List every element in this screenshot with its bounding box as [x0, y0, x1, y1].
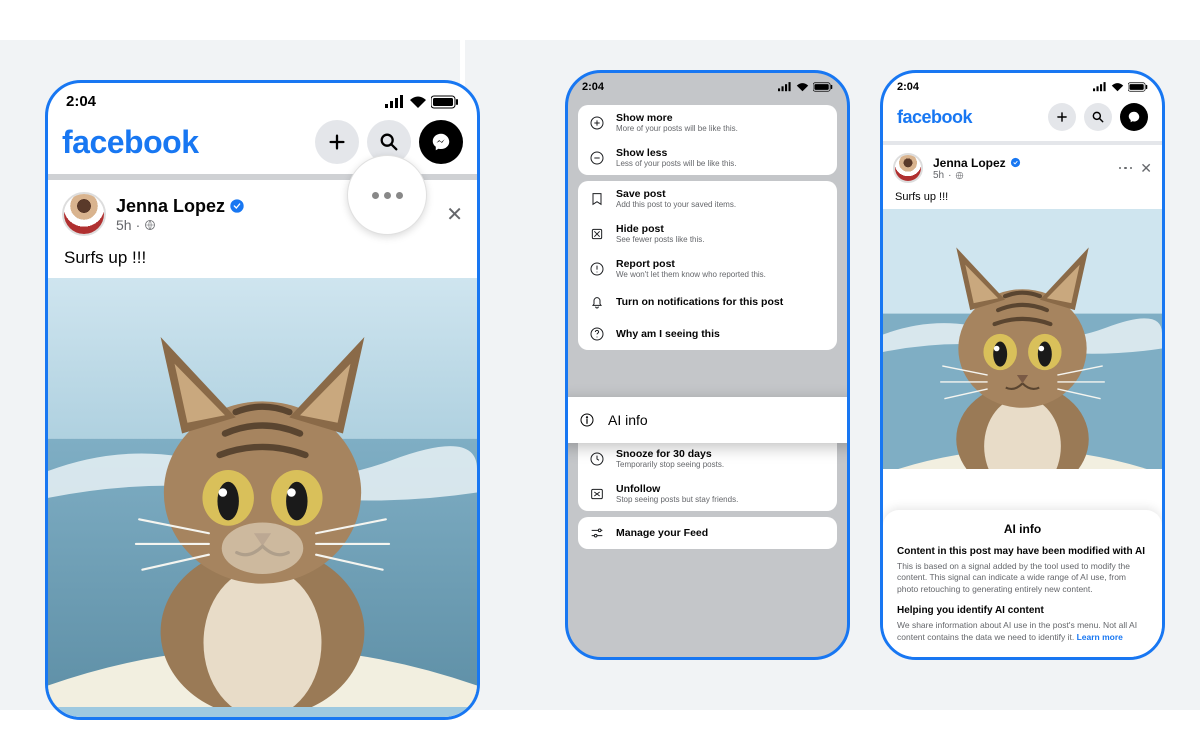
menu-hide-post[interactable]: Hide postSee fewer posts like this. [578, 216, 837, 251]
post-image[interactable] [883, 209, 1162, 469]
post-text: Surfs up !!! [883, 191, 1162, 209]
globe-icon [144, 219, 156, 231]
cat-surf-illustration [883, 209, 1162, 469]
question-icon [588, 325, 606, 343]
ai-card-title: AI info [897, 522, 1148, 536]
phone-screen-feed: 2:04 facebook Jenna Lopez 5h · [45, 80, 480, 720]
post-text: Surfs up !!! [48, 248, 477, 278]
status-bar: 2:04 [883, 73, 1162, 97]
plus-circle-icon [588, 114, 606, 132]
menu-save-post[interactable]: Save postAdd this post to your saved ite… [578, 181, 837, 216]
author-name[interactable]: Jenna Lopez [933, 156, 1006, 170]
menu-report-post[interactable]: Report postWe won't let them know who re… [578, 251, 837, 286]
info-icon [576, 409, 598, 431]
more-options-button[interactable] [1119, 167, 1133, 170]
messenger-icon [1127, 110, 1141, 124]
wifi-icon [1111, 82, 1124, 92]
avatar[interactable] [62, 192, 106, 236]
ai-info-card: AI info Content in this post may have be… [883, 510, 1162, 657]
post-header: Jenna Lopez 5h · ✕ [883, 145, 1162, 191]
globe-icon [955, 171, 964, 180]
close-post-button[interactable]: ✕ [446, 202, 463, 227]
post-timestamp: 5h [116, 217, 132, 233]
menu-unfollow[interactable]: UnfollowStop seeing posts but stay frien… [578, 476, 837, 511]
facebook-logo[interactable]: facebook [62, 124, 198, 161]
verified-badge-icon [229, 198, 245, 214]
search-icon [1091, 110, 1105, 124]
menu-manage-feed[interactable]: Manage your Feed [578, 517, 837, 549]
menu-ai-info[interactable]: AI info [568, 397, 847, 443]
status-time: 2:04 [897, 81, 919, 93]
battery-icon [1128, 82, 1148, 92]
messenger-icon [430, 131, 452, 153]
menu-why-seeing[interactable]: Why am I seeing this [578, 318, 837, 350]
post-image[interactable] [48, 278, 477, 717]
status-bar: 2:04 [48, 83, 477, 114]
menu-notifications[interactable]: Turn on notifications for this post [578, 286, 837, 318]
close-post-button[interactable]: ✕ [1140, 160, 1152, 177]
battery-icon [431, 95, 459, 109]
messenger-button[interactable] [419, 120, 463, 164]
phone-screen-menu: 2:04 Show moreMore of your posts will be… [565, 70, 850, 660]
add-button[interactable] [1048, 103, 1076, 131]
wifi-icon [409, 95, 427, 109]
bookmark-icon [588, 190, 606, 208]
verified-badge-icon [1010, 157, 1021, 168]
signal-icon [1093, 82, 1107, 92]
post-timestamp: 5h [933, 170, 944, 181]
sliders-icon [588, 524, 606, 542]
battery-icon [813, 82, 833, 92]
search-icon [378, 131, 400, 153]
signal-icon [778, 82, 792, 92]
menu-show-less[interactable]: Show lessLess of your posts will be like… [578, 140, 837, 175]
search-button[interactable] [1084, 103, 1112, 131]
status-time: 2:04 [582, 81, 604, 93]
facebook-logo[interactable]: facebook [897, 107, 972, 128]
menu-show-more[interactable]: Show moreMore of your posts will be like… [578, 105, 837, 140]
ai-body-2: We share information about AI use in the… [897, 620, 1148, 643]
ai-heading-2: Helping you identify AI content [897, 605, 1148, 616]
learn-more-link[interactable]: Learn more [1077, 632, 1123, 642]
plus-icon [326, 131, 348, 153]
status-time: 2:04 [66, 93, 96, 110]
alert-icon [588, 260, 606, 278]
phone-screen-ai-info: 2:04 facebook Jenna Lopez 5h · [880, 70, 1165, 660]
unfollow-icon [588, 485, 606, 503]
more-options-button[interactable] [347, 155, 427, 235]
status-icons [385, 95, 459, 109]
hide-icon [588, 225, 606, 243]
status-bar: 2:04 [568, 73, 847, 97]
signal-icon [385, 95, 405, 109]
clock-icon [588, 450, 606, 468]
status-icons [1093, 82, 1148, 92]
cat-surf-illustration [48, 278, 477, 707]
author-name[interactable]: Jenna Lopez [116, 196, 225, 217]
wifi-icon [796, 82, 809, 92]
ai-heading-1: Content in this post may have been modif… [897, 546, 1148, 557]
avatar[interactable] [893, 153, 923, 183]
post-header: Jenna Lopez 5h · ✕ [48, 180, 477, 248]
bell-icon [588, 293, 606, 311]
menu-snooze[interactable]: Snooze for 30 daysTemporarily stop seein… [578, 441, 837, 476]
messenger-button[interactable] [1120, 103, 1148, 131]
app-header: facebook [883, 97, 1162, 141]
ai-body-1: This is based on a signal added by the t… [897, 561, 1148, 595]
plus-icon [1055, 110, 1069, 124]
add-button[interactable] [315, 120, 359, 164]
minus-circle-icon [588, 149, 606, 167]
status-icons [778, 82, 833, 92]
